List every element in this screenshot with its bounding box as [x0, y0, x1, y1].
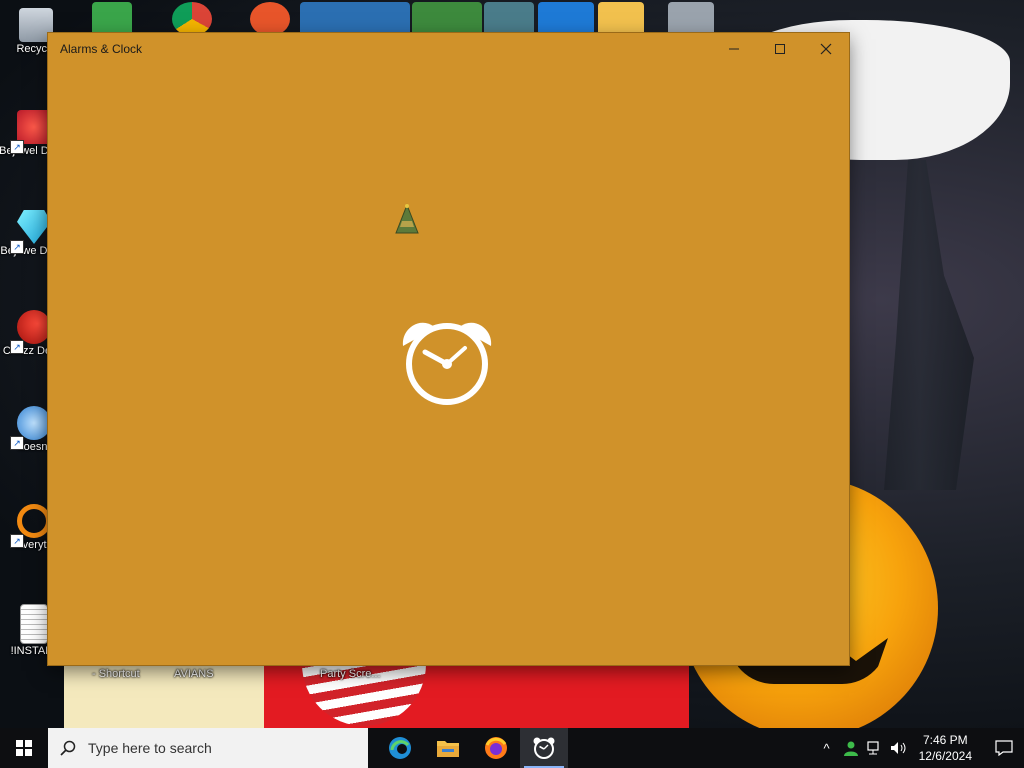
chevron-up-icon: ^ [823, 740, 830, 756]
recycle-bin-top-icon[interactable] [668, 2, 714, 36]
tray-people-button[interactable] [839, 728, 863, 768]
network-icon [867, 741, 879, 755]
desktop-label-avians[interactable]: AVIANS [174, 668, 214, 680]
alarms-clock-icon [533, 737, 555, 759]
taskbar-clock[interactable]: 7:46 PM 12/6/2024 [911, 732, 984, 764]
tray-chevron-button[interactable]: ^ [815, 728, 839, 768]
bejeweled-diamond-icon [17, 210, 51, 244]
everything-search-icon [17, 504, 51, 538]
window-titlebar[interactable]: Alarms & Clock [48, 33, 849, 64]
folder-icon[interactable] [598, 2, 644, 36]
bejeweled-2-icon [17, 110, 51, 144]
app-icon[interactable] [250, 2, 290, 36]
party-hat-cursor-icon [395, 203, 419, 234]
taskbar-search-box[interactable]: Type here to search [48, 728, 368, 768]
shortcut-arrow-icon: ↗ [10, 140, 24, 154]
close-button[interactable] [803, 33, 849, 64]
taskbar-firefox[interactable] [472, 728, 520, 768]
search-placeholder: Type here to search [88, 740, 212, 756]
search-icon [60, 740, 76, 756]
wallpaper-tree [884, 160, 974, 490]
close-icon [820, 43, 832, 54]
clock-time: 7:46 PM [922, 733, 968, 747]
chrome-icon[interactable] [172, 2, 212, 36]
firefox-icon [485, 737, 507, 759]
start-button[interactable] [0, 728, 48, 768]
chuzzle-icon [17, 310, 51, 344]
shortcut-arrow-icon: ↗ [10, 436, 24, 450]
action-center-button[interactable] [984, 728, 1024, 768]
alarm-clock-icon [402, 322, 492, 405]
shortcut-arrow-icon: ↗ [10, 534, 24, 548]
avatar-icon[interactable] [484, 2, 534, 36]
tray-network-button[interactable] [863, 728, 887, 768]
minimize-button[interactable] [711, 33, 757, 64]
taskbar-edge[interactable] [376, 728, 424, 768]
users-icon[interactable] [92, 2, 132, 36]
taskbar: Type here to search ^ 7:46 PM 12/6/2024 [0, 728, 1024, 768]
people-icon [843, 741, 858, 756]
action-center-icon [995, 740, 1013, 756]
blue-globe-icon [17, 406, 51, 440]
photos-icon[interactable] [300, 2, 410, 36]
taskbar-alarms-clock[interactable] [520, 728, 568, 768]
maximize-icon [775, 43, 785, 54]
tray-volume-button[interactable] [887, 728, 911, 768]
desktop-label-shortcut[interactable]: - Shortcut [92, 668, 140, 680]
minimize-icon [729, 48, 739, 49]
window-title: Alarms & Clock [60, 41, 143, 56]
file-explorer-icon [437, 741, 459, 757]
edge-icon [389, 737, 411, 759]
maximize-button[interactable] [757, 33, 803, 64]
system-tray: ^ 7:46 PM 12/6/2024 [815, 728, 1024, 768]
windows-icon[interactable] [538, 2, 594, 36]
windows-start-icon [16, 740, 32, 756]
shortcut-arrow-icon: ↗ [10, 340, 24, 354]
shortcut-arrow-icon: ↗ [10, 240, 24, 254]
text-document-icon [20, 604, 48, 644]
image-viewer-icon[interactable] [412, 2, 482, 36]
volume-icon [890, 742, 906, 754]
clock-date: 12/6/2024 [918, 749, 972, 763]
alarms-clock-window[interactable]: Alarms & Clock [48, 33, 849, 665]
taskbar-file-explorer[interactable] [424, 728, 472, 768]
desktop-label-party[interactable]: Party Scre... [320, 668, 381, 680]
